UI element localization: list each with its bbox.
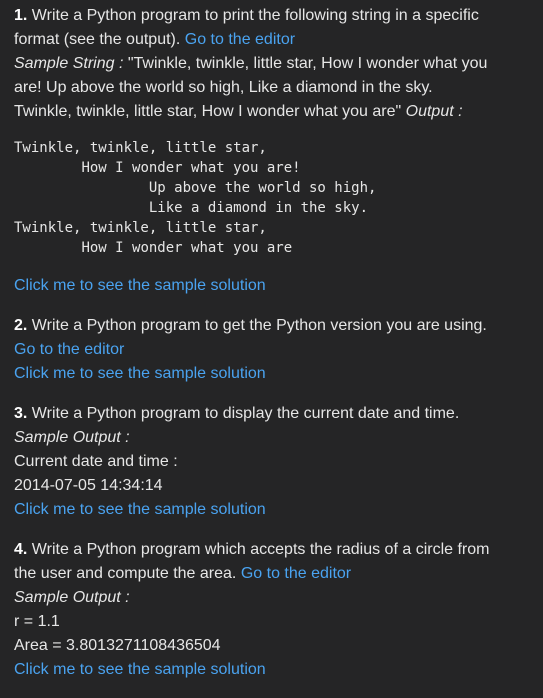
sample-string-line-2: are! Up above the world so high, Like a … — [14, 79, 433, 96]
exercise-2-line-1: 2. Write a Python program to get the Pyt… — [14, 314, 529, 338]
sample-string-text: "Twinkle, twinkle, little star, How I wo… — [123, 55, 488, 72]
exercise-3: 3. Write a Python program to display the… — [14, 402, 529, 522]
exercise-page: 1. Write a Python program to print the f… — [0, 0, 543, 698]
sample-string-label: Sample String : — [14, 55, 124, 72]
exercise-1-line-2: format (see the output). Go to the edito… — [14, 28, 529, 52]
sample-output-line-1: Current date and time : — [14, 453, 178, 470]
sample-output-label: Sample Output : — [14, 429, 130, 446]
exercise-text: Write a Python program which accepts the… — [31, 541, 490, 558]
exercise-text: Write a Python program to display the cu… — [31, 405, 460, 422]
sample-solution-link[interactable]: Click me to see the sample solution — [14, 658, 529, 682]
exercise-number: 1. — [14, 7, 28, 24]
exercise-3-line-1: 3. Write a Python program to display the… — [14, 402, 529, 426]
sample-output-line-2: 2014-07-05 14:34:14 — [14, 477, 163, 494]
go-to-editor-link[interactable]: Go to the editor — [185, 31, 295, 48]
sample-output-line-2: Area = 3.8013271108436504 — [14, 637, 221, 654]
go-to-editor-link[interactable]: Go to the editor — [241, 565, 351, 582]
exercise-4-line-1: 4. Write a Python program which accepts … — [14, 538, 529, 562]
sample-solution-link[interactable]: Click me to see the sample solution — [14, 274, 529, 298]
exercise-text-cont: format (see the output). — [14, 31, 181, 48]
exercise-number: 3. — [14, 405, 28, 422]
sample-output-line-1: r = 1.1 — [14, 613, 60, 630]
sample-solution-link[interactable]: Click me to see the sample solution — [14, 498, 529, 522]
sample-string-line-3: Twinkle, twinkle, little star, How I won… — [14, 100, 529, 124]
exercise-1-line-1: 1. Write a Python program to print the f… — [14, 4, 529, 28]
exercise-4-line-2: the user and compute the area. Go to the… — [14, 562, 529, 586]
exercise-1: 1. Write a Python program to print the f… — [14, 4, 529, 298]
exercise-text: Write a Python program to print the foll… — [31, 7, 479, 24]
output-code-block: Twinkle, twinkle, little star, How I won… — [14, 140, 377, 256]
exercise-4: 4. Write a Python program which accepts … — [14, 538, 529, 682]
exercise-number: 2. — [14, 317, 28, 334]
output-label: Output : — [405, 103, 463, 120]
sample-output-label: Sample Output : — [14, 589, 130, 606]
sample-string-line-1: Sample String : "Twinkle, twinkle, littl… — [14, 52, 529, 76]
go-to-editor-link[interactable]: Go to the editor — [14, 338, 529, 362]
sample-solution-link[interactable]: Click me to see the sample solution — [14, 362, 529, 386]
exercise-text-cont: the user and compute the area. — [14, 565, 237, 582]
exercise-number: 4. — [14, 541, 28, 558]
exercise-text: Write a Python program to get the Python… — [31, 317, 487, 334]
exercise-2: 2. Write a Python program to get the Pyt… — [14, 314, 529, 386]
sample-string-text-end: Twinkle, twinkle, little star, How I won… — [14, 103, 402, 120]
